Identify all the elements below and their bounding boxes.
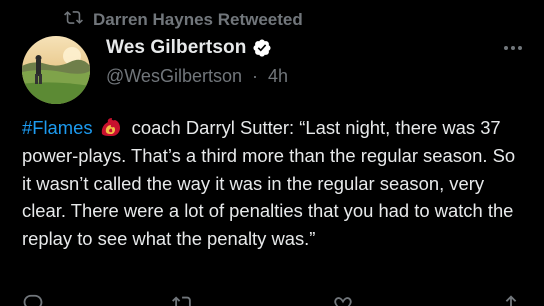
reply-button[interactable] [22,293,44,306]
retweet-label: Darren Haynes Retweeted [93,10,303,29]
retweet-icon [64,8,83,32]
hashtag-link[interactable]: #Flames [22,117,93,138]
avatar[interactable] [22,36,90,104]
more-options-icon[interactable] [504,46,522,50]
heart-icon [334,297,352,306]
share-button[interactable] [500,293,522,306]
retweet-context[interactable]: Darren Haynes Retweeted [64,8,303,32]
author-meta: @WesGilbertson · 4h [106,66,288,87]
verified-badge-icon [252,38,272,58]
retweet-button[interactable] [172,293,194,306]
tweet-card[interactable]: Darren Haynes Retweeted Wes Gilbertson @… [0,0,544,306]
tweet-time[interactable]: 4h [268,66,288,86]
author-name[interactable]: Wes Gilbertson [106,37,246,59]
reply-icon [23,294,43,306]
calgary-flames-logo-icon [99,116,123,138]
tweet-text: #Flames coach Darryl Sutter: “Last night… [22,114,522,253]
author-handle[interactable]: @WesGilbertson [106,66,242,86]
meta-separator: · [252,66,258,86]
retweet-icon [172,296,191,306]
share-icon [505,295,517,306]
tweet-body-text: coach Darryl Sutter: “Last night, there … [22,117,516,250]
tweet-actions [22,294,522,306]
tweet-header: Wes Gilbertson @WesGilbertson · 4h [106,37,288,87]
like-button[interactable] [332,293,354,306]
